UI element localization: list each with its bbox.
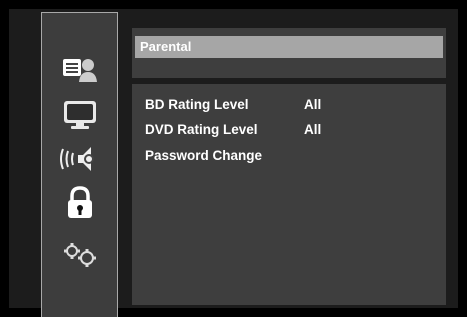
category-sidebar — [41, 12, 118, 317]
settings-panel: BD Rating Level All DVD Rating Level All… — [132, 84, 446, 305]
lock-icon[interactable] — [64, 186, 96, 220]
setup-menu-screen: Parental BD Rating Level All DVD Rating … — [0, 0, 467, 317]
setting-value: All — [304, 122, 322, 137]
gears-icon[interactable] — [60, 241, 100, 269]
header-bar: Parental — [135, 36, 443, 58]
setting-label: DVD Rating Level — [145, 122, 258, 137]
setting-row-dvd-rating[interactable]: DVD Rating Level All — [145, 122, 435, 140]
setting-row-bd-rating[interactable]: BD Rating Level All — [145, 97, 435, 115]
speaker-icon[interactable] — [59, 143, 101, 175]
disc-person-icon[interactable] — [61, 55, 99, 83]
setting-label: BD Rating Level — [145, 97, 249, 112]
setting-label: Password Change — [145, 148, 263, 163]
page-title: Parental — [140, 39, 192, 54]
setting-row-password-change[interactable]: Password Change — [145, 148, 435, 166]
setting-value: All — [304, 97, 322, 112]
monitor-icon[interactable] — [61, 99, 99, 131]
